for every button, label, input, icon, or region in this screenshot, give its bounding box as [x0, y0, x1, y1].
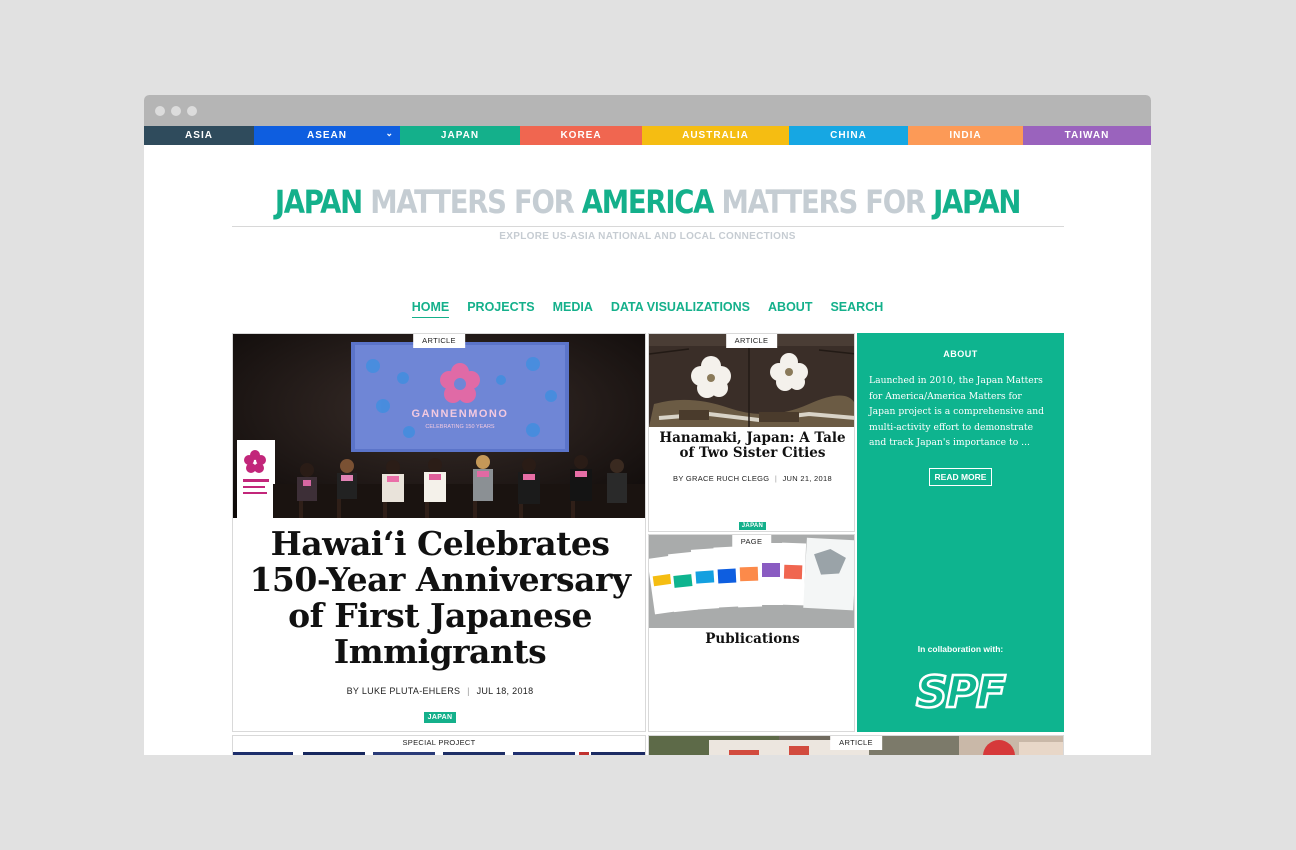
image-sub-text: CELEBRATING 150 YEARS — [425, 424, 495, 430]
close-dot-icon[interactable] — [155, 106, 165, 116]
region-label: ASEAN — [306, 130, 347, 141]
bottom-article-card[interactable]: ARTICLE — [648, 735, 1064, 755]
article-body: Hawai‘i Celebrates 150-Year Anniversary … — [233, 526, 645, 670]
country-tag[interactable]: JAPAN — [738, 522, 767, 530]
region-china[interactable]: CHINA — [789, 126, 908, 145]
region-taiwan[interactable]: TAIWAN — [1023, 126, 1151, 145]
article-title[interactable]: Hanamaki, Japan: A Tale of Two Sister Ci… — [649, 431, 854, 461]
region-bar: ASIA ASEAN ⌄ JAPAN KOREA AUSTRALIA CHINA … — [144, 126, 1151, 145]
nav-home[interactable]: HOME — [411, 300, 450, 318]
region-label: KOREA — [560, 130, 602, 141]
region-label: ASIA — [185, 130, 213, 141]
title-part: JAPAN — [274, 183, 363, 221]
nav-about[interactable]: ABOUT — [768, 300, 812, 318]
card-body: Publications — [649, 632, 854, 647]
region-india[interactable]: INDIA — [908, 126, 1023, 145]
nav-media[interactable]: MEDIA — [553, 300, 593, 318]
title-divider — [232, 226, 1064, 227]
article-byline: BY LUKE PLUTA-EHLERS | JUL 18, 2018 — [233, 686, 645, 696]
date: JUL 18, 2018 — [476, 686, 534, 696]
byline-separator: | — [774, 474, 778, 483]
region-label: JAPAN — [440, 130, 480, 141]
author[interactable]: BY LUKE PLUTA-EHLERS — [347, 686, 461, 696]
event-photo: GANNENMONO CELEBRATING 150 YEARS — [233, 334, 645, 518]
region-label: INDIA — [949, 130, 982, 141]
site-title[interactable]: JAPAN MATTERS FOR AMERICA MATTERS FOR JA… — [214, 183, 1080, 221]
title-part: AMERICA — [581, 183, 715, 221]
tagline: EXPLORE US-ASIA NATIONAL AND LOCAL CONNE… — [499, 231, 796, 242]
spf-logo-icon: SPF — [914, 666, 1008, 720]
title-part: MATTERS FOR — [370, 183, 575, 221]
region-label: AUSTRALIA — [682, 130, 749, 141]
date: JUN 21, 2018 — [782, 474, 832, 483]
article-image[interactable]: GANNENMONO CELEBRATING 150 YEARS — [233, 334, 645, 518]
card-type-label: SPECIAL PROJECT — [393, 736, 485, 750]
nav-search[interactable]: SEARCH — [830, 300, 883, 318]
region-label: CHINA — [830, 130, 867, 141]
card-type-label: PAGE — [731, 535, 772, 549]
card-type-label: ARTICLE — [413, 334, 465, 348]
special-project-card[interactable]: SPECIAL PROJECT — [232, 735, 646, 755]
article-byline: BY GRACE RUCH CLEGG | JUN 21, 2018 — [649, 474, 854, 483]
byline-separator: | — [467, 686, 470, 696]
region-asia[interactable]: ASIA — [144, 126, 254, 145]
browser-window: ASIA ASEAN ⌄ JAPAN KOREA AUSTRALIA CHINA … — [144, 95, 1151, 755]
window-titlebar — [144, 95, 1151, 126]
about-panel: ABOUT Launched in 2010, the Japan Matter… — [857, 333, 1064, 732]
about-text: Launched in 2010, the Japan Matters for … — [869, 375, 1045, 448]
region-asean[interactable]: ASEAN ⌄ — [254, 126, 400, 145]
card-type-label: ARTICLE — [725, 334, 778, 348]
country-tag[interactable]: JAPAN — [423, 712, 457, 723]
main-article-card[interactable]: ARTICLE GANNENMONO CELEBRATING 150 YEARS… — [232, 333, 646, 732]
spf-logo[interactable]: SPF — [857, 663, 1064, 720]
maximize-dot-icon[interactable] — [187, 106, 197, 116]
side-article-card[interactable]: ARTICLE Hanamaki, Japan: A Tale of Two S… — [648, 333, 855, 532]
article-body: Hanamaki, Japan: A Tale of Two Sister Ci… — [649, 431, 854, 461]
minimize-dot-icon[interactable] — [171, 106, 181, 116]
image-brand-text: GANNENMONO — [412, 408, 509, 420]
region-australia[interactable]: AUSTRALIA — [642, 126, 789, 145]
publications-card[interactable]: PAGE Publications — [648, 534, 855, 732]
page-title[interactable]: Publications — [649, 632, 854, 647]
title-part: MATTERS FOR — [721, 183, 926, 221]
nav-projects[interactable]: PROJECTS — [467, 300, 534, 318]
chevron-down-icon[interactable]: ⌄ — [385, 128, 394, 139]
main-nav: HOME PROJECTS MEDIA DATA VISUALIZATIONS … — [144, 300, 1151, 318]
title-part: JAPAN — [933, 183, 1021, 221]
region-label: TAIWAN — [1064, 130, 1110, 141]
read-more-button[interactable]: READ MORE — [928, 468, 993, 486]
about-heading: ABOUT — [943, 349, 978, 359]
spf-logo-text: SPF — [916, 667, 1006, 715]
region-korea[interactable]: KOREA — [520, 126, 642, 145]
region-japan[interactable]: JAPAN — [400, 126, 520, 145]
nav-data-visualizations[interactable]: DATA VISUALIZATIONS — [611, 300, 750, 318]
article-title[interactable]: Hawai‘i Celebrates 150-Year Anniversary … — [233, 526, 645, 670]
author[interactable]: BY GRACE RUCH CLEGG — [673, 474, 769, 483]
card-type-label: ARTICLE — [830, 736, 882, 750]
collab-label: In collaboration with: — [917, 644, 1004, 654]
